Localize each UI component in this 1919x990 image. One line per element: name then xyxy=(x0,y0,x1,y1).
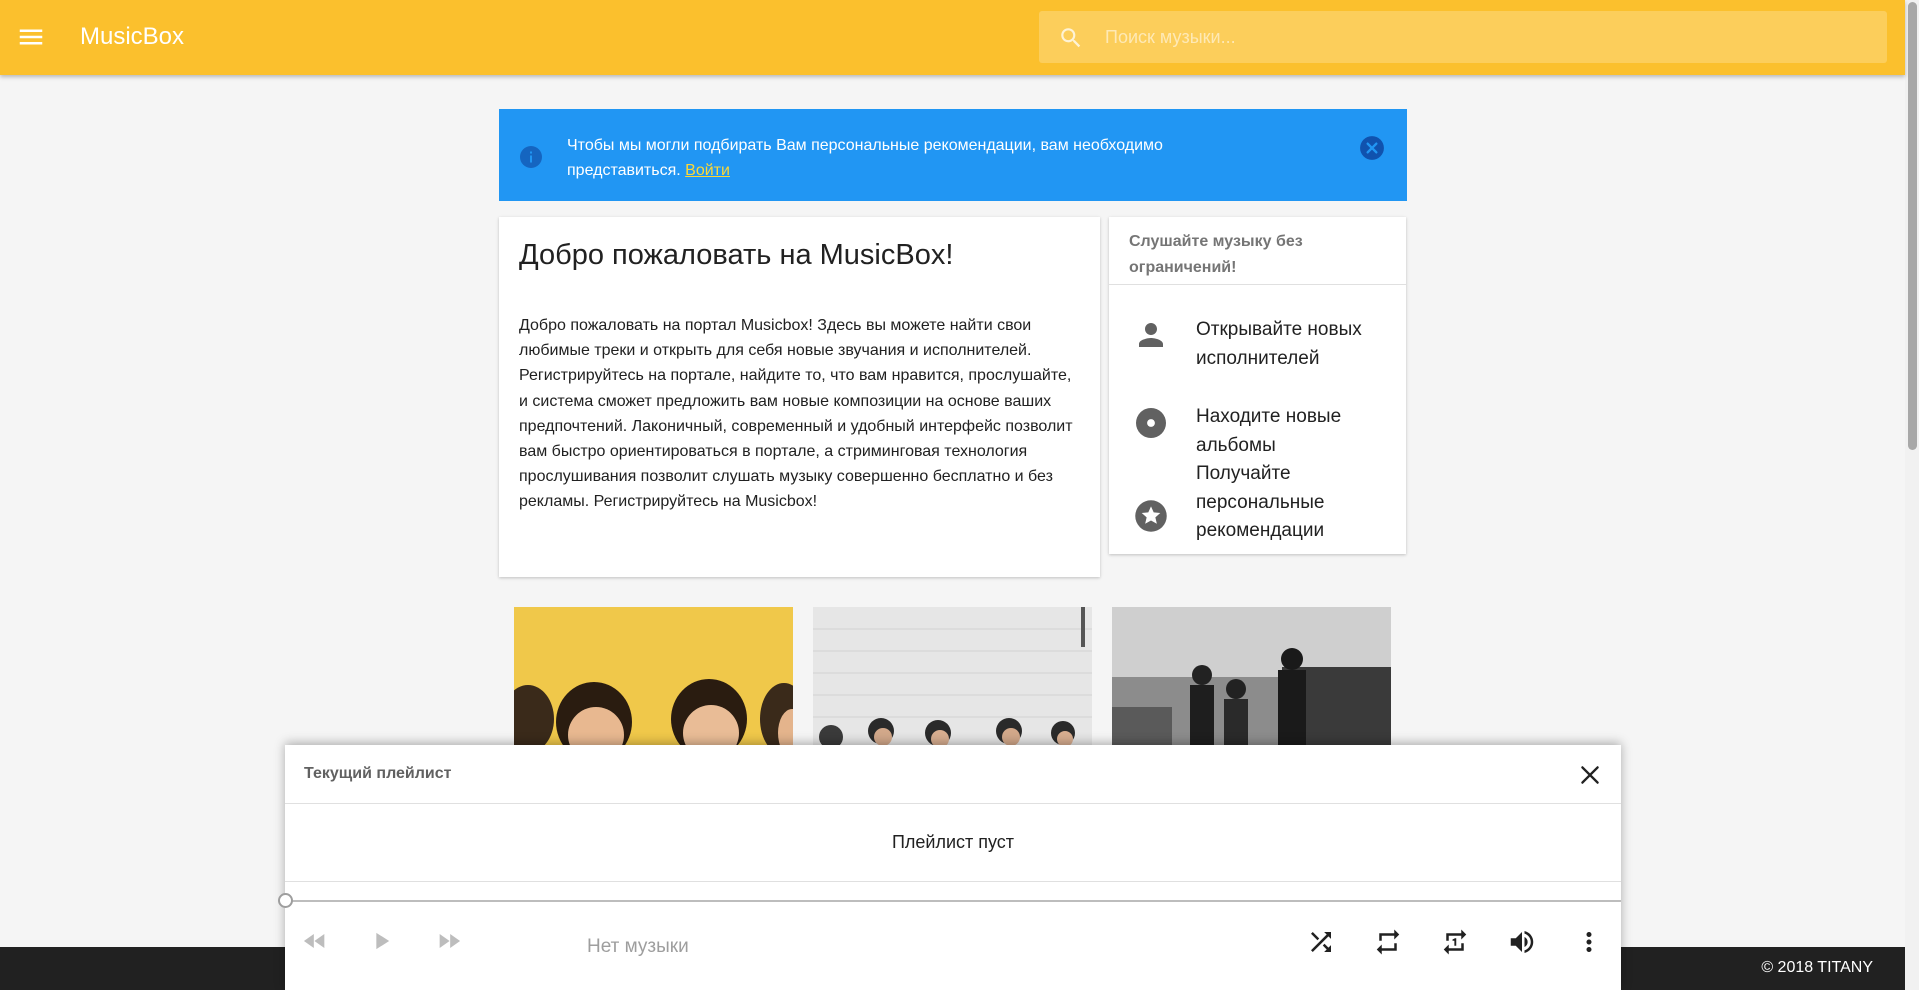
info-icon xyxy=(519,145,543,169)
playlist-divider xyxy=(285,881,1621,882)
person-icon xyxy=(1133,317,1169,353)
progress-slider[interactable] xyxy=(285,900,1621,902)
shuffle-icon[interactable] xyxy=(1306,927,1336,957)
welcome-title: Добро пожаловать на MusicBox! xyxy=(519,239,954,271)
now-playing-text: Нет музыки xyxy=(587,936,689,957)
feature-item-recommendations: Получайте персональные рекомендации xyxy=(1109,460,1406,550)
feature-label: Открывайте новых исполнителей xyxy=(1196,319,1362,369)
album-tile[interactable] xyxy=(1112,607,1391,747)
features-header: Слушайте музыку без ограничений! xyxy=(1129,233,1303,276)
album-tile[interactable] xyxy=(813,607,1092,747)
play-icon[interactable] xyxy=(367,927,395,955)
star-icon xyxy=(1133,498,1169,534)
previous-icon[interactable] xyxy=(301,927,329,955)
login-link[interactable]: Войти xyxy=(685,162,730,179)
feature-item-albums: Находите новые альбомы xyxy=(1109,385,1406,456)
band-photo-yellow xyxy=(514,607,793,747)
more-vert-icon[interactable] xyxy=(1574,927,1604,957)
login-banner: Чтобы мы могли подбирать Вам персональны… xyxy=(499,109,1407,201)
band-photo-white-wall xyxy=(813,607,1092,747)
playlist-divider xyxy=(285,803,1621,804)
features-card: Слушайте музыку без ограничений! Открыва… xyxy=(1109,217,1406,554)
search-icon xyxy=(1058,25,1084,51)
app-toolbar: MusicBox xyxy=(0,0,1905,75)
welcome-text: Добро пожаловать на портал Musicbox! Зде… xyxy=(519,317,1073,511)
close-circle-icon[interactable] xyxy=(1359,135,1385,161)
album-tile[interactable] xyxy=(514,607,793,747)
search-box xyxy=(1039,11,1887,63)
feature-label: Находите новые альбомы xyxy=(1196,406,1342,456)
repeat-one-icon[interactable] xyxy=(1440,927,1470,957)
app-title[interactable]: MusicBox xyxy=(80,23,184,51)
welcome-card: Добро пожаловать на MusicBox! Добро пожа… xyxy=(499,217,1100,577)
band-photo-bw xyxy=(1112,607,1391,747)
progress-slider-thumb[interactable] xyxy=(278,893,293,908)
search-input[interactable] xyxy=(1105,11,1865,63)
player-panel: Текущий плейлист Плейлист пуст Нет музык… xyxy=(278,745,1621,990)
playlist-empty-text: Плейлист пуст xyxy=(891,832,1015,852)
close-icon[interactable] xyxy=(1577,762,1603,788)
volume-icon[interactable] xyxy=(1507,927,1537,957)
feature-item-artists: Открывайте новых исполнителей xyxy=(1109,299,1406,369)
banner-text: Чтобы мы могли подбирать Вам персональны… xyxy=(567,137,1163,179)
banner-message: Чтобы мы могли подбирать Вам персональны… xyxy=(567,133,1267,183)
copyright-text: © 2018 TITANY xyxy=(1761,959,1873,976)
scrollbar-thumb[interactable] xyxy=(1908,2,1917,450)
next-icon[interactable] xyxy=(435,927,463,955)
menu-icon[interactable] xyxy=(16,22,46,52)
album-icon xyxy=(1133,405,1169,441)
page-scrollbar[interactable] xyxy=(1905,0,1919,990)
playlist-title: Текущий плейлист xyxy=(304,765,452,782)
repeat-icon[interactable] xyxy=(1373,927,1403,957)
feature-label: Получайте персональные рекомендации xyxy=(1196,463,1325,541)
features-divider xyxy=(1109,284,1406,285)
